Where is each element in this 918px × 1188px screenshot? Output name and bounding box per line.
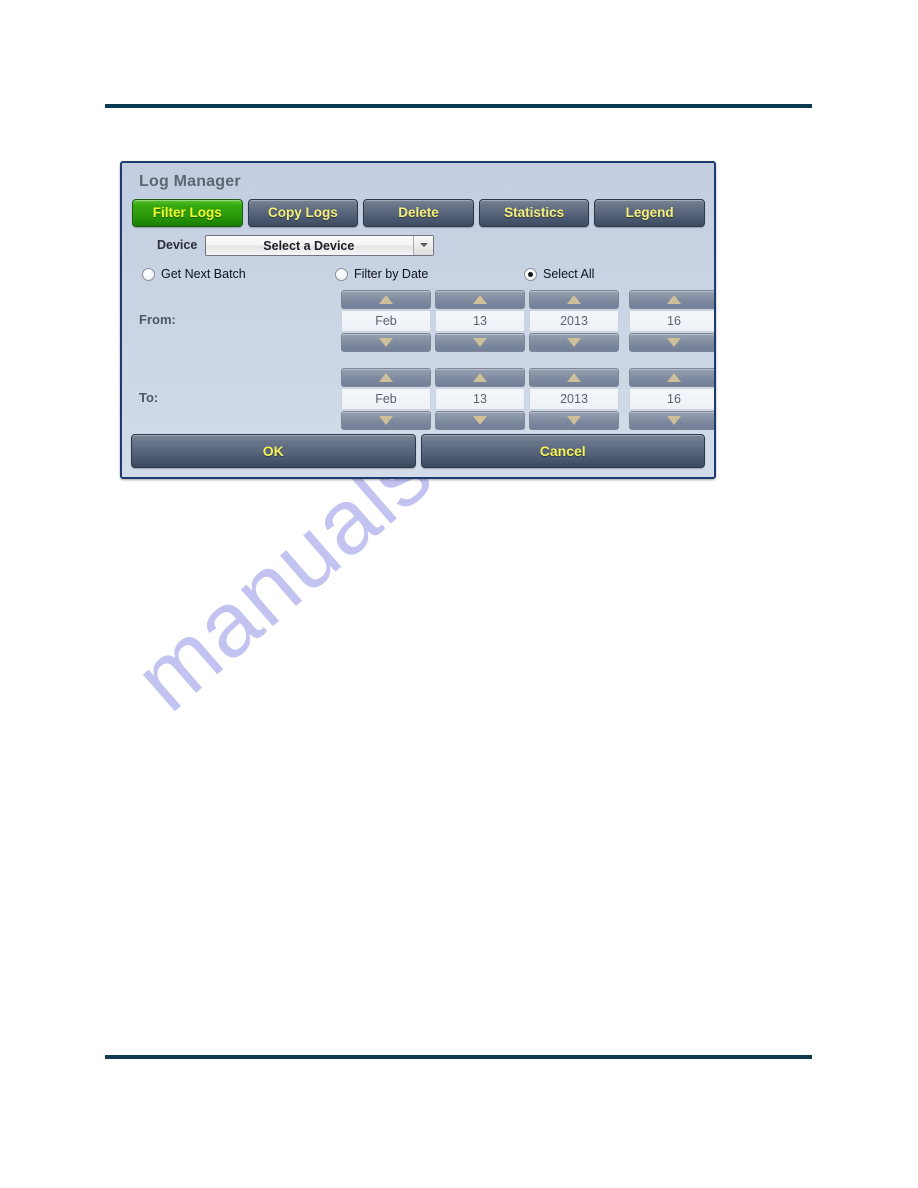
radio-get-next-batch[interactable]: Get Next Batch bbox=[142, 264, 246, 284]
to-label: To: bbox=[139, 390, 159, 405]
from-day-value[interactable]: 13 bbox=[435, 310, 525, 332]
tab-delete-label: Delete bbox=[398, 205, 439, 220]
radio-circle-selected-icon bbox=[524, 267, 537, 281]
from-month-decrement-button[interactable] bbox=[341, 333, 431, 352]
to-year-decrement-button[interactable] bbox=[529, 411, 619, 430]
to-day-increment-button[interactable] bbox=[435, 368, 525, 387]
triangle-down-icon bbox=[567, 338, 581, 347]
from-hour-increment-button[interactable] bbox=[629, 290, 714, 309]
triangle-down-icon bbox=[567, 416, 581, 425]
from-month-spinner: Feb bbox=[341, 290, 431, 352]
from-day-increment-button[interactable] bbox=[435, 290, 525, 309]
tab-legend-label: Legend bbox=[625, 205, 674, 220]
device-select-value: Select a Device bbox=[263, 238, 355, 253]
triangle-down-icon bbox=[473, 416, 487, 425]
cancel-button-label: Cancel bbox=[539, 443, 586, 459]
from-hour-value[interactable]: 16 bbox=[629, 310, 714, 332]
from-hour-decrement-button[interactable] bbox=[629, 333, 714, 352]
from-month-value[interactable]: Feb bbox=[341, 310, 431, 332]
tab-copy-logs[interactable]: Copy Logs bbox=[247, 199, 359, 227]
from-day-spinner: 13 bbox=[435, 290, 525, 352]
from-year-increment-button[interactable] bbox=[529, 290, 619, 309]
triangle-down-icon bbox=[667, 338, 681, 347]
to-hour-spinner: 16 bbox=[629, 368, 714, 430]
from-date-row: From: Feb 13 2013 16 bbox=[131, 290, 714, 352]
header-rule bbox=[105, 104, 812, 108]
to-day-spinner: 13 bbox=[435, 368, 525, 430]
from-hour-spinner: 16 bbox=[629, 290, 714, 352]
triangle-up-icon bbox=[667, 295, 681, 304]
log-manager-dialog: Log Manager Filter Logs Copy Logs Delete… bbox=[120, 161, 716, 479]
radio-select-all-label: Select All bbox=[543, 267, 595, 281]
chevron-down-icon[interactable] bbox=[413, 235, 434, 255]
dialog-footer: OK Cancel bbox=[131, 434, 705, 468]
ok-button-label: OK bbox=[262, 443, 284, 459]
tab-delete[interactable]: Delete bbox=[363, 199, 474, 227]
triangle-up-icon bbox=[667, 373, 681, 382]
triangle-down-icon bbox=[379, 416, 393, 425]
filter-mode-radio-group: Get Next Batch Filter by Date Select All bbox=[139, 264, 705, 286]
triangle-up-icon bbox=[379, 295, 393, 304]
from-month-increment-button[interactable] bbox=[341, 290, 431, 309]
to-day-value[interactable]: 13 bbox=[435, 388, 525, 410]
triangle-up-icon bbox=[473, 295, 487, 304]
tab-filter-logs-label: Filter Logs bbox=[152, 205, 222, 220]
radio-filter-by-date-label: Filter by Date bbox=[354, 267, 429, 281]
ok-button[interactable]: OK bbox=[131, 434, 416, 468]
radio-select-all[interactable]: Select All bbox=[524, 264, 594, 284]
triangle-up-icon bbox=[473, 373, 487, 382]
cancel-button[interactable]: Cancel bbox=[420, 434, 705, 468]
from-label: From: bbox=[139, 312, 176, 327]
device-row: Device Select a Device bbox=[157, 234, 705, 256]
device-label: Device bbox=[157, 238, 198, 252]
to-month-increment-button[interactable] bbox=[341, 368, 431, 387]
triangle-down-icon bbox=[473, 338, 487, 347]
dialog-title: Log Manager bbox=[139, 173, 241, 190]
to-day-decrement-button[interactable] bbox=[435, 411, 525, 430]
radio-circle-icon bbox=[142, 267, 155, 281]
radio-get-next-batch-label: Get Next Batch bbox=[161, 267, 246, 281]
to-month-decrement-button[interactable] bbox=[341, 411, 431, 430]
tab-statistics[interactable]: Statistics bbox=[478, 199, 590, 227]
footer-rule bbox=[105, 1055, 812, 1059]
radio-circle-icon bbox=[335, 267, 348, 281]
from-day-decrement-button[interactable] bbox=[435, 333, 525, 352]
from-year-spinner: 2013 bbox=[529, 290, 619, 352]
from-year-decrement-button[interactable] bbox=[529, 333, 619, 352]
from-year-value[interactable]: 2013 bbox=[529, 310, 619, 332]
tab-statistics-label: Statistics bbox=[504, 205, 565, 220]
tab-legend[interactable]: Legend bbox=[594, 199, 705, 227]
to-year-value[interactable]: 2013 bbox=[529, 388, 619, 410]
tab-bar: Filter Logs Copy Logs Delete Statistics … bbox=[132, 199, 705, 227]
tab-filter-logs[interactable]: Filter Logs bbox=[132, 199, 243, 227]
triangle-up-icon bbox=[379, 373, 393, 382]
to-year-increment-button[interactable] bbox=[529, 368, 619, 387]
to-year-spinner: 2013 bbox=[529, 368, 619, 430]
triangle-down-icon bbox=[667, 416, 681, 425]
radio-filter-by-date[interactable]: Filter by Date bbox=[335, 264, 428, 284]
device-select[interactable]: Select a Device bbox=[205, 234, 435, 256]
to-month-spinner: Feb bbox=[341, 368, 431, 430]
to-date-row: To: Feb 13 2013 16 bbox=[131, 368, 714, 430]
to-hour-decrement-button[interactable] bbox=[629, 411, 714, 430]
triangle-up-icon bbox=[567, 373, 581, 382]
to-hour-value[interactable]: 16 bbox=[629, 388, 714, 410]
to-month-value[interactable]: Feb bbox=[341, 388, 431, 410]
triangle-down-icon bbox=[379, 338, 393, 347]
triangle-up-icon bbox=[567, 295, 581, 304]
tab-copy-logs-label: Copy Logs bbox=[268, 205, 338, 220]
to-hour-increment-button[interactable] bbox=[629, 368, 714, 387]
